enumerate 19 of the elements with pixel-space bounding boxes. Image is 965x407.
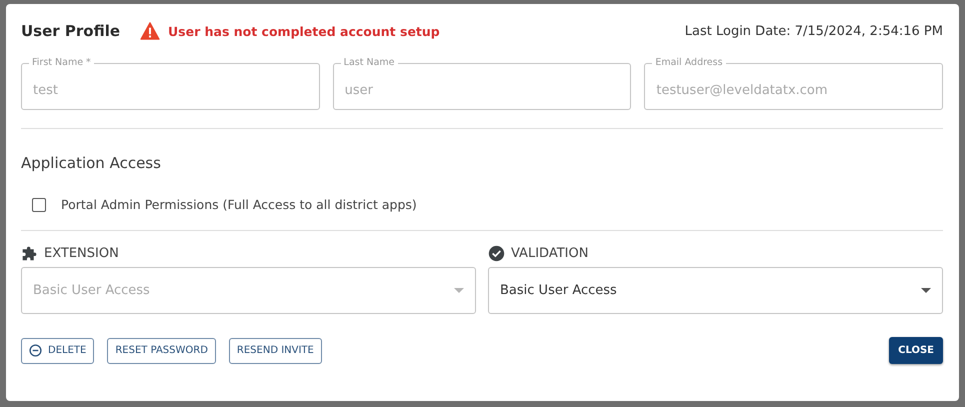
- app-name: EXTENSION: [44, 246, 119, 261]
- dropdown-select[interactable]: Basic User Access: [488, 267, 943, 314]
- warning-icon: [140, 22, 160, 40]
- check-circle-icon: [488, 245, 505, 262]
- close-button[interactable]: CLOSE: [889, 337, 943, 364]
- dialog-title: User Profile: [21, 22, 120, 40]
- caret-icon: [454, 288, 464, 293]
- warning-message: User has not completed account setup: [168, 24, 440, 38]
- outline-button[interactable]: RESEND INVITE: [228, 338, 322, 364]
- delete-button[interactable]: DELETE: [21, 338, 94, 364]
- app-name: VALIDATION: [511, 246, 588, 261]
- caret-icon: [921, 288, 931, 293]
- section-heading: Application Access: [21, 154, 162, 172]
- checkbox[interactable]: [32, 198, 46, 212]
- outline-button[interactable]: RESET PASSWORD: [107, 338, 216, 364]
- minus-circle-icon: [29, 344, 42, 357]
- last-login-date: Last Login Date: 7/15/2024, 2:54:16 PM: [684, 24, 943, 38]
- checkbox-label[interactable]: Portal Admin Permissions (Full Access to all district apps): [61, 197, 417, 212]
- puzzle-piece-icon: [21, 245, 38, 262]
